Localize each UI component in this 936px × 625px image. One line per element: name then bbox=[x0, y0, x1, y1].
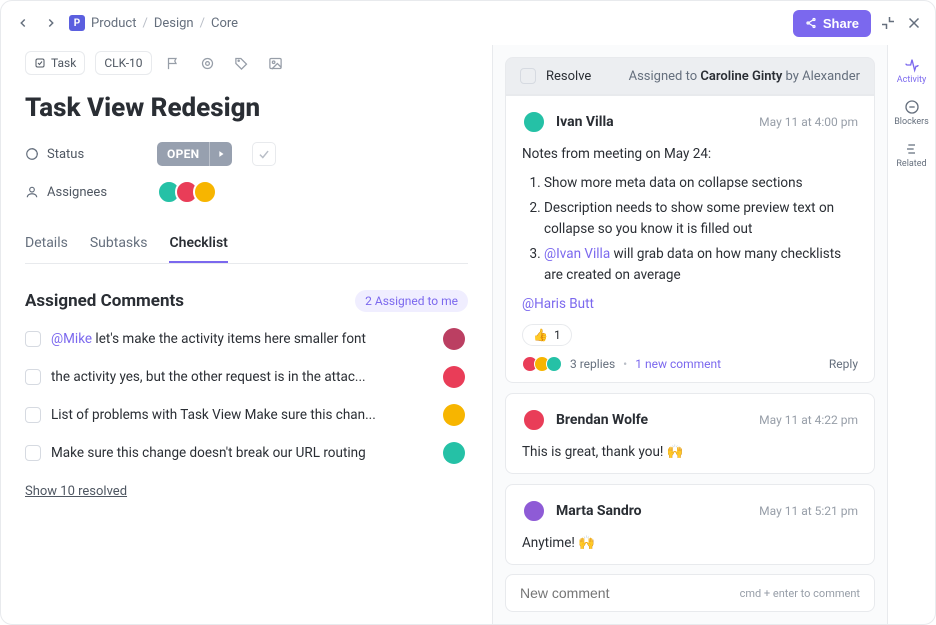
tag-button[interactable] bbox=[230, 51, 254, 75]
avatar bbox=[443, 442, 465, 464]
status-pill[interactable]: OPEN bbox=[157, 142, 232, 166]
avatar bbox=[522, 110, 546, 134]
comment-card: Marta Sandro May 11 at 5:21 pm Anytime! 🙌 bbox=[505, 484, 875, 565]
breadcrumb-item[interactable]: Design bbox=[154, 16, 194, 31]
tab-details[interactable]: Details bbox=[25, 225, 68, 263]
assigned-to-text: Assigned to Caroline Ginty by Alexander bbox=[629, 69, 860, 84]
composer-hint: cmd + enter to comment bbox=[740, 587, 860, 600]
status-label: Status bbox=[25, 147, 145, 162]
comment-text: the activity yes, but the other request … bbox=[51, 369, 433, 385]
assignee-avatars[interactable] bbox=[157, 180, 217, 204]
comment-card: Brendan Wolfe May 11 at 4:22 pm This is gr… bbox=[505, 393, 875, 474]
breadcrumb-item[interactable]: Core bbox=[211, 16, 238, 31]
comment-body: Notes from meeting on May 24:Show more m… bbox=[522, 144, 858, 314]
comment-body: Anytime! 🙌 bbox=[522, 533, 858, 554]
avatar bbox=[193, 180, 217, 204]
new-comment-count[interactable]: 1 new comment bbox=[635, 357, 721, 371]
reaction-button[interactable]: 👍1 bbox=[522, 324, 572, 346]
close-button[interactable] bbox=[905, 14, 923, 32]
task-icon bbox=[34, 57, 46, 69]
replies-count[interactable]: 3 replies bbox=[570, 357, 615, 371]
user-icon bbox=[25, 185, 39, 199]
page-title: Task View Redesign bbox=[25, 93, 468, 123]
chevron-right-icon bbox=[44, 16, 58, 30]
comment-row[interactable]: Make sure this change doesn't break our … bbox=[25, 438, 465, 468]
comment-body: This is great, thank you! 🙌 bbox=[522, 442, 858, 463]
image-icon bbox=[268, 56, 283, 71]
comment-composer[interactable]: cmd + enter to comment bbox=[505, 574, 875, 612]
comment-row[interactable]: the activity yes, but the other request … bbox=[25, 362, 465, 392]
share-button[interactable]: Share bbox=[793, 10, 871, 37]
assigned-comments-list: @Mike let's make the activity items here… bbox=[25, 324, 465, 468]
avatar bbox=[443, 366, 465, 388]
comment-row[interactable]: List of problems with Task View Make sur… bbox=[25, 400, 465, 430]
rail-tab-related[interactable]: Related bbox=[896, 141, 926, 169]
comment-card: Ivan Villa May 11 at 4:00 pm Notes from me… bbox=[505, 95, 875, 383]
status-next-button[interactable] bbox=[209, 142, 232, 166]
collapse-icon bbox=[879, 14, 897, 32]
share-icon bbox=[805, 17, 817, 29]
comment-row[interactable]: @Mike let's make the activity items here… bbox=[25, 324, 465, 354]
task-type-chip[interactable]: Task bbox=[25, 51, 85, 75]
flag-icon bbox=[166, 56, 181, 71]
comment-time: May 11 at 4:22 pm bbox=[759, 413, 858, 427]
avatar bbox=[443, 328, 465, 350]
nav-forward-button[interactable] bbox=[41, 13, 61, 33]
comment-checkbox[interactable] bbox=[25, 369, 41, 385]
resolve-label: Resolve bbox=[546, 69, 591, 84]
tab-checklist[interactable]: Checklist bbox=[169, 225, 227, 263]
comment-text: Make sure this change doesn't break our … bbox=[51, 445, 433, 461]
tab-subtasks[interactable]: Subtasks bbox=[90, 225, 148, 263]
section-title: Assigned Comments bbox=[25, 291, 184, 311]
comment-checkbox[interactable] bbox=[25, 445, 41, 461]
comment-checkbox[interactable] bbox=[25, 407, 41, 423]
breadcrumb-item[interactable]: Product bbox=[91, 16, 136, 31]
comment-checkbox[interactable] bbox=[25, 331, 41, 347]
avatar bbox=[443, 404, 465, 426]
target-icon bbox=[200, 56, 215, 71]
check-icon bbox=[257, 147, 271, 161]
share-button-label: Share bbox=[823, 16, 859, 31]
comment-text: List of problems with Task View Make sur… bbox=[51, 407, 433, 423]
rail-tab-activity[interactable]: Activity bbox=[897, 57, 926, 85]
rail-tab-blockers[interactable]: Blockers bbox=[894, 99, 929, 127]
caret-right-icon bbox=[216, 149, 226, 159]
comment-author: Marta Sandro bbox=[556, 503, 642, 519]
comment-time: May 11 at 4:00 pm bbox=[759, 115, 858, 129]
assigned-badge: 2 Assigned to me bbox=[355, 290, 468, 312]
resolve-bar: Resolve Assigned to Caroline Ginty by Al… bbox=[505, 57, 875, 95]
breadcrumb: P Product / Design / Core bbox=[69, 15, 238, 31]
flag-button[interactable] bbox=[162, 51, 186, 75]
avatar bbox=[522, 408, 546, 432]
avatar bbox=[522, 499, 546, 523]
comment-text: @Mike let's make the activity items here… bbox=[51, 331, 433, 347]
sprint-button[interactable] bbox=[196, 51, 220, 75]
status-icon bbox=[25, 147, 39, 161]
chevron-left-icon bbox=[16, 16, 30, 30]
close-icon bbox=[905, 14, 923, 32]
resolve-checkbox[interactable] bbox=[520, 68, 536, 84]
task-id-chip[interactable]: CLK-10 bbox=[95, 51, 151, 75]
assignees-label: Assignees bbox=[25, 185, 145, 200]
show-resolved-link[interactable]: Show 10 resolved bbox=[25, 484, 127, 499]
reply-button[interactable]: Reply bbox=[829, 357, 858, 371]
tabs: Details Subtasks Checklist bbox=[25, 225, 468, 264]
comment-input[interactable] bbox=[520, 585, 740, 601]
side-rail: Activity Blockers Related bbox=[887, 45, 935, 624]
comment-author: Ivan Villa bbox=[556, 114, 614, 130]
comment-time: May 11 at 5:21 pm bbox=[759, 504, 858, 518]
comment-author: Brendan Wolfe bbox=[556, 412, 648, 428]
collapse-button[interactable] bbox=[879, 14, 897, 32]
complete-button[interactable] bbox=[252, 142, 276, 166]
space-icon: P bbox=[69, 15, 85, 31]
tag-icon bbox=[234, 56, 249, 71]
image-button[interactable] bbox=[264, 51, 288, 75]
nav-back-button[interactable] bbox=[13, 13, 33, 33]
